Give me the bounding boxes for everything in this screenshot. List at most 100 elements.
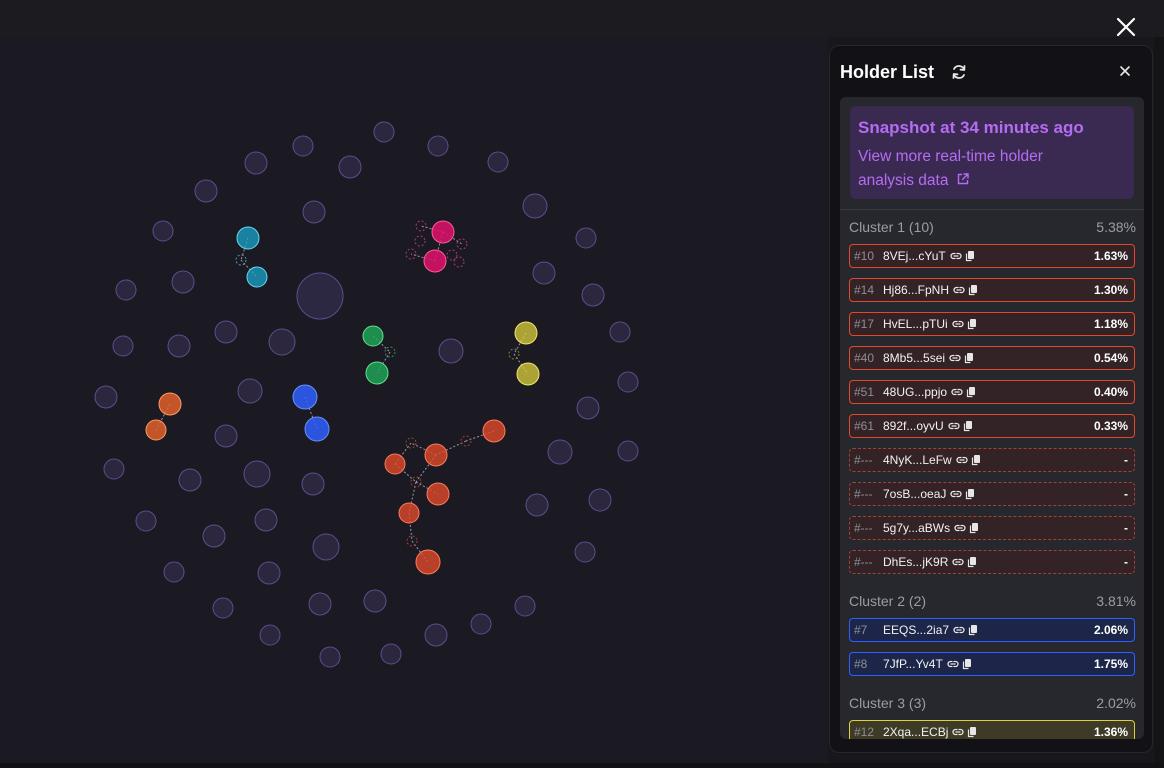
- copy-icon[interactable]: [967, 556, 977, 568]
- link-icon[interactable]: [952, 556, 964, 568]
- holder-bubble[interactable]: [617, 371, 639, 393]
- link-icon[interactable]: [950, 250, 962, 262]
- holder-bubble[interactable]: [384, 453, 406, 475]
- holder-bubble[interactable]: [244, 151, 268, 175]
- bubble-map-svg[interactable]: [0, 37, 828, 763]
- holder-bubble[interactable]: [171, 270, 195, 294]
- holder-bubble[interactable]: [319, 646, 341, 668]
- holder-row[interactable]: #12 2Xqa...ECBj 1.36%: [849, 720, 1135, 739]
- holder-bubble[interactable]: [202, 524, 226, 548]
- close-icon[interactable]: [1113, 14, 1139, 40]
- holder-row[interactable]: #10 8VEj...cYuT 1.63%: [849, 244, 1135, 268]
- holder-row[interactable]: #--- 7osB...oeaJ -: [849, 482, 1135, 506]
- holder-bubble[interactable]: [431, 220, 455, 244]
- holder-bubble[interactable]: [470, 613, 492, 635]
- holder-row[interactable]: #--- 5g7y...aBWs -: [849, 516, 1135, 540]
- holder-row[interactable]: #14 Hj86...FpNH 1.30%: [849, 278, 1135, 302]
- holder-bubble[interactable]: [453, 256, 465, 268]
- holder-bubble[interactable]: [514, 595, 536, 617]
- holder-row[interactable]: #--- 4NyK...LeFw -: [849, 448, 1135, 472]
- holder-bubble[interactable]: [588, 488, 612, 512]
- copy-icon[interactable]: [965, 250, 975, 262]
- copy-icon[interactable]: [969, 522, 979, 534]
- holder-bubble[interactable]: [532, 261, 556, 285]
- cluster-header[interactable]: Cluster 2 (2) 3.81%: [840, 584, 1144, 618]
- holder-bubble[interactable]: [380, 643, 402, 665]
- holder-row[interactable]: #61 892f...oyvU 0.33%: [849, 414, 1135, 438]
- link-icon[interactable]: [954, 522, 966, 534]
- holder-bubble[interactable]: [259, 624, 281, 646]
- holder-bubble[interactable]: [214, 424, 238, 448]
- holder-bubble[interactable]: [516, 362, 540, 386]
- holder-bubble[interactable]: [415, 549, 441, 575]
- holder-bubble[interactable]: [482, 419, 506, 443]
- holder-bubble[interactable]: [194, 179, 218, 203]
- holder-bubble[interactable]: [373, 121, 395, 143]
- holder-row[interactable]: #8 7JfP...Yv4T 1.75%: [849, 652, 1135, 676]
- link-icon[interactable]: [951, 386, 963, 398]
- copy-icon[interactable]: [966, 386, 976, 398]
- copy-icon[interactable]: [962, 658, 972, 670]
- holder-bubble[interactable]: [145, 419, 167, 441]
- holder-bubble[interactable]: [243, 460, 271, 488]
- holder-bubble[interactable]: [212, 597, 234, 619]
- holder-bubble[interactable]: [446, 249, 458, 261]
- holder-bubble[interactable]: [547, 439, 573, 465]
- holder-bubble[interactable]: [112, 335, 134, 357]
- holder-bubble[interactable]: [609, 321, 631, 343]
- holder-bubble[interactable]: [525, 493, 549, 517]
- copy-icon[interactable]: [967, 726, 977, 738]
- panel-close-icon[interactable]: [1117, 63, 1133, 79]
- holder-bubble[interactable]: [292, 135, 314, 157]
- copy-icon[interactable]: [968, 284, 978, 296]
- holder-bubble[interactable]: [302, 200, 326, 224]
- holder-bubble[interactable]: [574, 541, 596, 563]
- link-icon[interactable]: [948, 420, 960, 432]
- holder-bubble[interactable]: [576, 396, 600, 420]
- holder-bubble[interactable]: [581, 283, 605, 307]
- holder-row[interactable]: #51 48UG...ppjo 0.40%: [849, 380, 1135, 404]
- holder-bubble[interactable]: [363, 589, 387, 613]
- link-icon[interactable]: [952, 726, 965, 738]
- holder-bubble[interactable]: [268, 328, 296, 356]
- holder-bubble[interactable]: [514, 321, 538, 345]
- holder-bubble[interactable]: [135, 510, 157, 532]
- refresh-icon[interactable]: [950, 63, 968, 81]
- holder-bubble[interactable]: [426, 482, 450, 506]
- holder-bubble[interactable]: [522, 193, 548, 219]
- link-icon[interactable]: [953, 284, 965, 296]
- holder-bubble[interactable]: [237, 378, 263, 404]
- holder-bubble[interactable]: [301, 472, 325, 496]
- copy-icon[interactable]: [971, 454, 981, 466]
- copy-icon[interactable]: [965, 488, 975, 500]
- holder-bubble[interactable]: [362, 325, 384, 347]
- holder-bubble[interactable]: [304, 416, 330, 442]
- holder-bubble[interactable]: [246, 266, 268, 288]
- holder-bubble[interactable]: [575, 227, 597, 249]
- holder-bubble[interactable]: [308, 592, 332, 616]
- cluster-header[interactable]: Cluster 1 (10) 5.38%: [840, 210, 1144, 244]
- holder-row[interactable]: #--- DhEs...jK9R -: [849, 550, 1135, 574]
- holder-bubble[interactable]: [312, 533, 340, 561]
- link-icon[interactable]: [949, 352, 961, 364]
- holder-bubble[interactable]: [158, 392, 182, 416]
- copy-icon[interactable]: [964, 352, 974, 364]
- copy-icon[interactable]: [967, 318, 977, 330]
- link-icon[interactable]: [947, 658, 959, 670]
- copy-icon[interactable]: [963, 420, 973, 432]
- holder-bubble[interactable]: [103, 458, 125, 480]
- holder-bubble[interactable]: [163, 561, 185, 583]
- holder-row[interactable]: #17 HvEL...pTUi 1.18%: [849, 312, 1135, 336]
- holder-bubble[interactable]: [167, 334, 191, 358]
- holder-row[interactable]: #40 8Mb5...5sei 0.54%: [849, 346, 1135, 370]
- holder-bubble[interactable]: [338, 155, 362, 179]
- holder-row[interactable]: #7 EEQS...2ia7 2.06%: [849, 618, 1135, 642]
- holder-bubble[interactable]: [152, 220, 174, 242]
- holder-bubble[interactable]: [427, 135, 449, 157]
- holder-bubble[interactable]: [423, 249, 447, 273]
- holder-bubble[interactable]: [424, 623, 448, 647]
- holder-bubble[interactable]: [487, 151, 509, 173]
- holder-bubble[interactable]: [424, 443, 448, 467]
- holder-bubble[interactable]: [438, 338, 464, 364]
- link-icon[interactable]: [950, 488, 963, 500]
